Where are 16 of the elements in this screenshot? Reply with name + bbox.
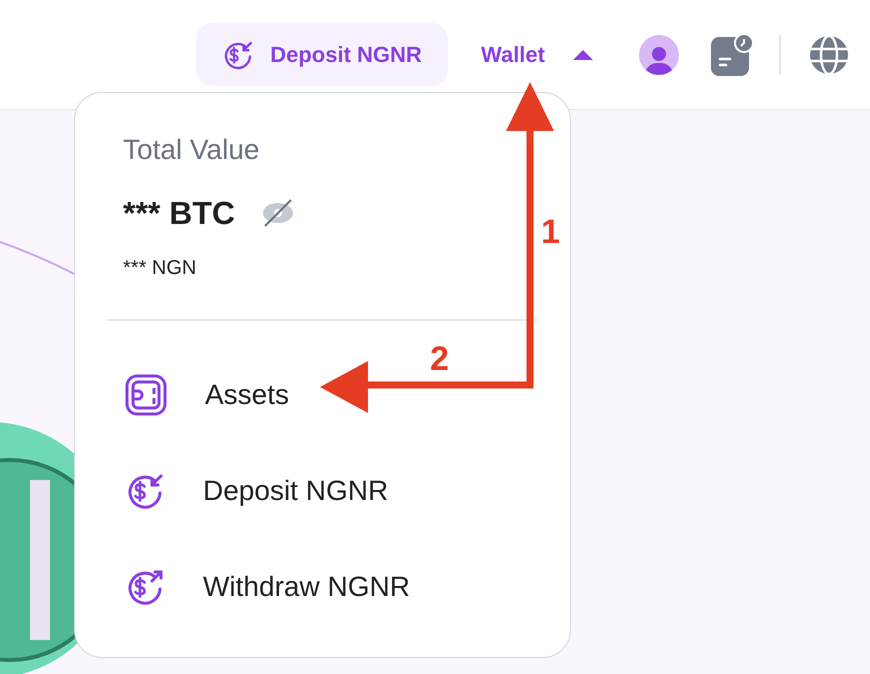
btc-value: *** BTC	[123, 195, 236, 231]
ngn-value: *** NGN	[123, 256, 198, 281]
deposit-button[interactable]: Deposit NGNR	[196, 23, 448, 86]
step-number: 1	[541, 215, 560, 249]
dollar-arrow-in-icon	[222, 38, 254, 70]
menu-item[interactable]: Withdraw NGNR	[125, 539, 410, 635]
document-clock-icon[interactable]	[710, 32, 754, 76]
wallet-icon	[125, 374, 167, 416]
eye-slash-icon[interactable]	[261, 198, 296, 228]
globe-icon[interactable]	[808, 34, 850, 76]
avatar-icon[interactable]	[639, 34, 679, 74]
total-value-label: Total Value	[123, 133, 260, 167]
wallet-menu[interactable]: Wallet	[481, 38, 595, 71]
menu-item[interactable]: Deposit NGNR	[125, 443, 388, 539]
step-number: 2	[430, 342, 449, 376]
menu-item[interactable]: Assets	[125, 347, 290, 443]
